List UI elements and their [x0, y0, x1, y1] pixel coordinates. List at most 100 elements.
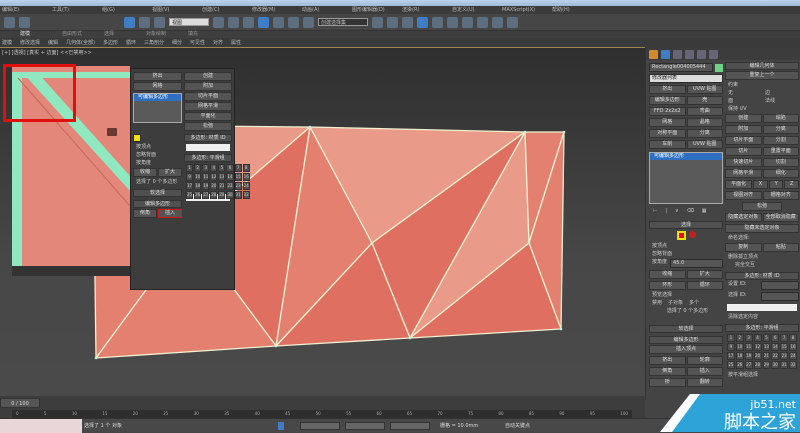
- float-create-button[interactable]: 创建: [184, 72, 232, 81]
- set-id-spinner[interactable]: [761, 281, 799, 290]
- configure-sets-icon[interactable]: ▦: [702, 208, 707, 216]
- menu-animation[interactable]: 动画(A): [302, 6, 352, 14]
- ribbon-visibility[interactable]: 可见性: [190, 38, 205, 47]
- mod-lattice-button[interactable]: 晶格: [686, 118, 723, 127]
- float-extrude-button[interactable]: 挤出: [133, 72, 182, 81]
- smoothing-group-button[interactable]: 11: [744, 343, 753, 351]
- mesh-vertex[interactable]: [562, 130, 566, 134]
- menu-group[interactable]: 组(G): [102, 6, 152, 14]
- layer-icon[interactable]: [402, 16, 413, 28]
- smoothing-group-button[interactable]: 8: [242, 164, 250, 172]
- preserve-uv-checkbox[interactable]: 保持 UV: [725, 105, 799, 113]
- grid-align-button[interactable]: 栅格对齐: [762, 191, 799, 200]
- delete-isolated-checkbox[interactable]: 删除孤立顶点: [725, 253, 799, 261]
- full-interactivity-checkbox[interactable]: 完全交互: [725, 261, 799, 269]
- clear-selection-checkbox[interactable]: 清除选定内容: [725, 313, 799, 321]
- menu-tools[interactable]: 工具(T): [52, 6, 102, 14]
- menu-graph-editors[interactable]: 图形编辑器(D): [352, 6, 402, 14]
- smoothing-group-button[interactable]: 24: [242, 182, 250, 190]
- ribbon-subdivision[interactable]: 细分: [172, 38, 182, 47]
- smoothing-group-button[interactable]: 32: [242, 191, 250, 199]
- smoothing-group-button[interactable]: 13: [218, 173, 226, 181]
- render-setup-icon[interactable]: [477, 16, 488, 28]
- collapse-button[interactable]: 塌陷: [762, 114, 799, 123]
- float-slice-plane-button[interactable]: 切片平面: [184, 92, 232, 101]
- float-smoothing-header[interactable]: 多边形: 平滑组: [184, 154, 232, 162]
- snap-icon[interactable]: [243, 16, 254, 28]
- smoothing-groups-header[interactable]: 多边形: 平滑组: [725, 324, 799, 332]
- tab-populate[interactable]: 填充: [188, 31, 230, 38]
- selection-rollout-header[interactable]: 选择: [649, 221, 723, 229]
- ribbon-polygons[interactable]: 多边形: [103, 38, 118, 47]
- smoothing-group-button[interactable]: 31: [234, 191, 242, 199]
- float-by-angle[interactable]: 按角度: [133, 159, 182, 167]
- float-soft-selection[interactable]: 软选择: [133, 189, 182, 197]
- smoothing-group-button[interactable]: 19: [744, 352, 753, 360]
- slice-plane-button[interactable]: 切片平面: [725, 136, 762, 145]
- inset-button[interactable]: 插入: [686, 367, 723, 376]
- loop-button[interactable]: 循环: [686, 281, 723, 290]
- smoothing-group-button[interactable]: 22: [226, 182, 234, 190]
- ignore-backfacing-checkbox[interactable]: 忽略背面: [649, 250, 723, 258]
- hierarchy-tab-icon[interactable]: [673, 50, 682, 59]
- modifier-stack[interactable]: 可编辑多边形: [649, 152, 723, 204]
- soft-selection-header[interactable]: 软选择: [649, 325, 723, 333]
- menu-help[interactable]: 帮助(H): [552, 6, 602, 14]
- z-coordinate-field[interactable]: [390, 422, 430, 430]
- smoothing-group-button[interactable]: 18: [735, 352, 744, 360]
- smoothing-group-button[interactable]: 21: [762, 352, 771, 360]
- edit-geometry-header[interactable]: 编辑几何体: [725, 62, 799, 70]
- bridge-button[interactable]: 桥: [649, 378, 686, 387]
- preview-multi-radio[interactable]: 多个: [686, 299, 699, 307]
- remove-modifier-icon[interactable]: ⌫: [687, 208, 694, 216]
- smoothing-group-button[interactable]: 9: [186, 173, 194, 181]
- angle-spinner[interactable]: 45.0: [670, 259, 723, 268]
- mod-uvw-button[interactable]: UVW 贴图: [686, 85, 723, 94]
- y-button[interactable]: Y: [768, 180, 784, 189]
- mod-ffd-button[interactable]: FFD 2x2x2: [649, 107, 686, 116]
- select-id-spinner[interactable]: [761, 292, 799, 301]
- float-symmetry-button[interactable]: 网格: [133, 82, 182, 91]
- ribbon-modeling[interactable]: 建模: [2, 38, 12, 47]
- repeat-last-button[interactable]: 重复上一个: [725, 71, 799, 80]
- float-relax-button[interactable]: 松弛: [184, 122, 232, 131]
- material-editor-icon[interactable]: [462, 16, 473, 28]
- constraint-edge-radio[interactable]: 边: [762, 89, 799, 97]
- smoothing-group-button[interactable]: 18: [194, 182, 202, 190]
- smoothing-group-button[interactable]: 16: [789, 343, 797, 351]
- by-vertex-checkbox[interactable]: 按顶点: [649, 242, 723, 250]
- smoothing-group-button[interactable]: 25: [727, 361, 735, 369]
- smoothing-group-button[interactable]: 4: [210, 164, 218, 172]
- schematic-view-icon[interactable]: [447, 16, 458, 28]
- ribbon-icon[interactable]: [417, 16, 428, 28]
- edit-named-selection-icon[interactable]: [303, 16, 314, 28]
- smoothing-group-button[interactable]: 25: [186, 191, 194, 199]
- ring-button[interactable]: 环形: [649, 281, 686, 290]
- smoothing-group-button[interactable]: 32: [789, 361, 797, 369]
- move-icon[interactable]: [228, 16, 239, 28]
- smoothing-group-button[interactable]: 30: [771, 361, 780, 369]
- smoothing-group-button[interactable]: 24: [789, 352, 797, 360]
- reset-plane-button[interactable]: 重置平面: [762, 147, 799, 156]
- paste-button[interactable]: 粘贴: [762, 243, 799, 252]
- meshsmooth-button[interactable]: 网格平滑: [725, 169, 762, 178]
- menu-rendering[interactable]: 渲染(R): [402, 6, 452, 14]
- slice-button[interactable]: 切片: [725, 147, 762, 156]
- material-name-dropdown[interactable]: [727, 304, 797, 311]
- menu-views[interactable]: 视图(V): [152, 6, 202, 14]
- motion-tab-icon[interactable]: [685, 50, 694, 59]
- smoothing-group-button[interactable]: 27: [202, 191, 210, 199]
- smoothing-group-button[interactable]: 14: [226, 173, 234, 181]
- smoothing-group-button[interactable]: 13: [762, 343, 771, 351]
- smoothing-group-button[interactable]: 20: [753, 352, 762, 360]
- smoothing-group-button[interactable]: 12: [210, 173, 218, 181]
- mod-symmetry-button[interactable]: 对称平面: [649, 129, 686, 138]
- smoothing-group-button[interactable]: 23: [780, 352, 789, 360]
- preview-subobj-radio[interactable]: 子对象: [665, 299, 683, 307]
- float-smoothing-grid[interactable]: 1 2 3 4 5 6 7 8 9 10 11 12 13 14 15 16 17 18 19 20 21 22 23 24 2…: [184, 162, 250, 199]
- smoothing-group-button[interactable]: 3: [202, 164, 210, 172]
- named-selection-set-select[interactable]: 创建选择集: [318, 18, 368, 26]
- create-tab-icon[interactable]: [649, 50, 658, 59]
- mod-shell-button[interactable]: 壳: [686, 96, 723, 105]
- split-checkbox[interactable]: 分割: [762, 136, 799, 145]
